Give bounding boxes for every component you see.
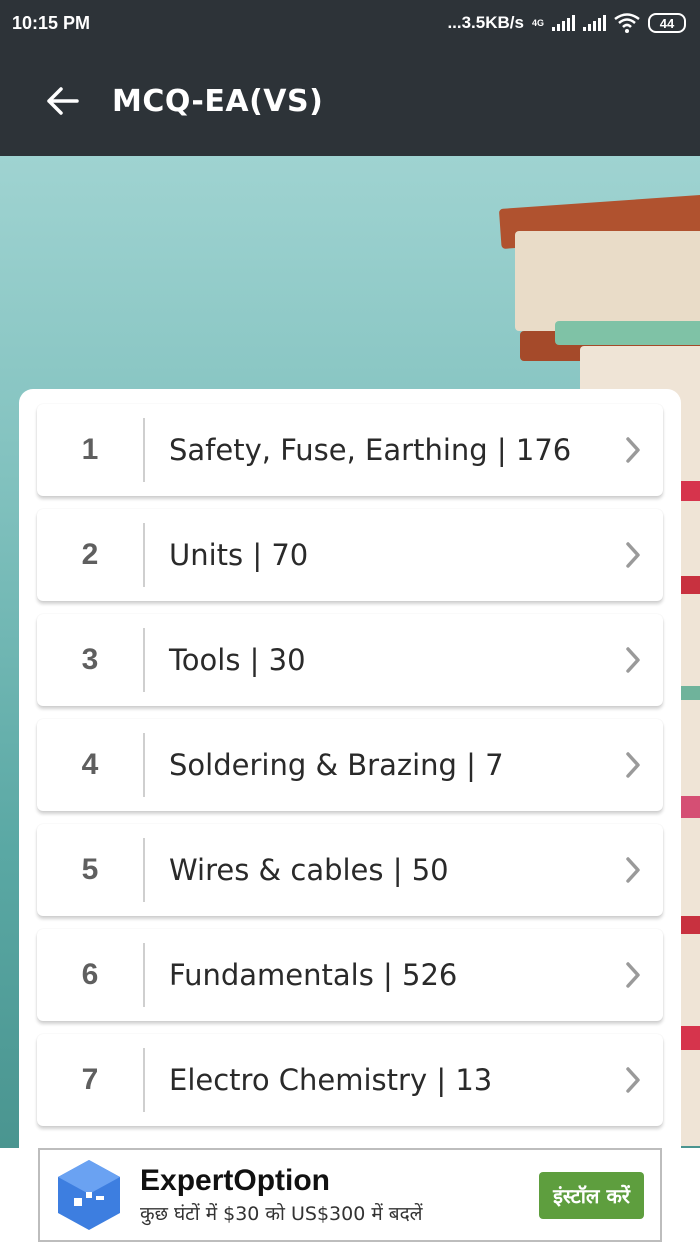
app-bar: MCQ-EA(VS)	[0, 46, 700, 156]
expertoption-logo-icon	[58, 1160, 120, 1230]
ad-text: ExpertOption कुछ घंटों में $30 को US$300…	[140, 1164, 539, 1226]
network-type-label: 4G	[531, 18, 544, 28]
battery-icon: 44	[648, 13, 686, 33]
chevron-right-icon	[603, 1065, 663, 1095]
topic-number: 1	[81, 433, 99, 466]
topic-number: 4	[81, 748, 99, 781]
back-button[interactable]	[32, 71, 92, 131]
topic-label: Wires & cables | 50	[169, 853, 449, 887]
topic-list-panel: 1 Safety, Fuse, Earthing | 176 2 Units |…	[19, 389, 681, 1149]
ad-subtitle: कुछ घंटों में $30 को US$300 में बदलें	[140, 1203, 423, 1225]
chevron-right-icon	[603, 540, 663, 570]
topic-label: Units | 70	[169, 538, 309, 572]
topic-number: 7	[81, 1063, 99, 1096]
topic-number: 2	[81, 538, 99, 571]
chevron-right-icon	[603, 960, 663, 990]
status-bar: 10:15 PM ...3.5KB/s 4G 44	[0, 0, 700, 46]
topic-label: Soldering & Brazing | 7	[169, 748, 504, 782]
list-item[interactable]: 7 Electro Chemistry | 13	[37, 1034, 663, 1126]
ad-banner[interactable]: ExpertOption कुछ घंटों में $30 को US$300…	[38, 1148, 662, 1242]
list-item[interactable]: 1 Safety, Fuse, Earthing | 176	[37, 404, 663, 496]
chevron-right-icon	[603, 435, 663, 465]
cell-signal-icon	[552, 15, 575, 31]
install-button[interactable]: इंस्टॉल करें	[539, 1171, 644, 1219]
arrow-left-icon	[47, 87, 79, 115]
status-icons: ...3.5KB/s 4G 44	[447, 13, 686, 33]
topic-number: 6	[81, 958, 99, 991]
topic-number: 5	[81, 853, 99, 886]
book-decoration	[555, 321, 700, 345]
topic-label: Tools | 30	[169, 643, 306, 677]
list-item[interactable]: 4 Soldering & Brazing | 7	[37, 719, 663, 811]
status-time: 10:15 PM	[12, 12, 91, 33]
list-item[interactable]: 6 Fundamentals | 526	[37, 929, 663, 1021]
wifi-icon	[614, 13, 640, 33]
list-item[interactable]: 2 Units | 70	[37, 509, 663, 601]
chevron-right-icon	[603, 645, 663, 675]
topic-label: Safety, Fuse, Earthing | 176	[169, 433, 572, 467]
ad-title: ExpertOption	[140, 1164, 331, 1197]
topic-label: Fundamentals | 526	[169, 958, 458, 992]
chevron-right-icon	[603, 750, 663, 780]
cell-signal-2-icon	[583, 15, 606, 31]
net-speed: ...3.5KB/s	[447, 13, 524, 32]
chevron-right-icon	[603, 855, 663, 885]
topic-number: 3	[81, 643, 99, 676]
page-title: MCQ-EA(VS)	[112, 83, 324, 119]
list-item[interactable]: 5 Wires & cables | 50	[37, 824, 663, 916]
topic-label: Electro Chemistry | 13	[169, 1063, 493, 1097]
list-item[interactable]: 3 Tools | 30	[37, 614, 663, 706]
book-decoration	[515, 231, 700, 331]
